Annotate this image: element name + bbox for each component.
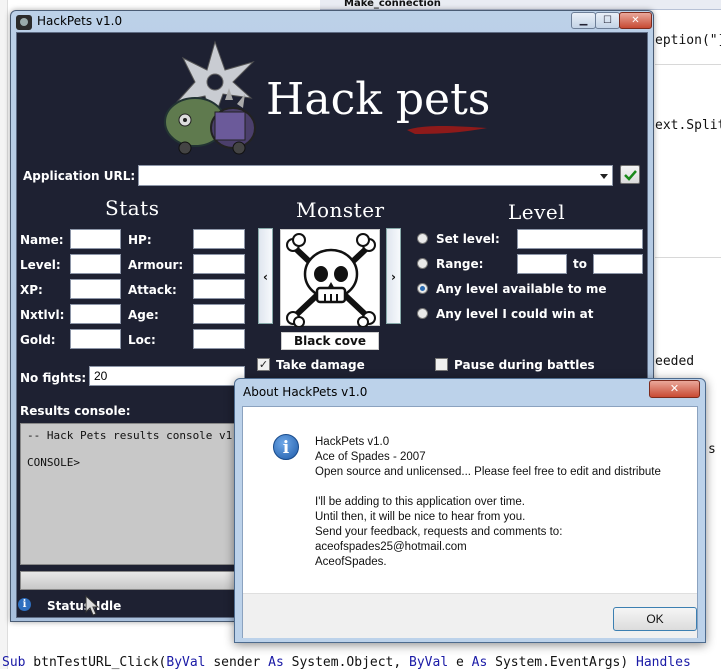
about-line: I'll be adding to this application over … xyxy=(315,496,525,508)
stat-field-loc[interactable] xyxy=(193,329,245,349)
monster-logo-image xyxy=(164,40,256,155)
close-button[interactable]: ✕ xyxy=(619,12,652,29)
radio-range[interactable] xyxy=(417,258,428,269)
stat-field-hp[interactable] xyxy=(193,229,245,249)
about-line: AceofSpades. xyxy=(315,556,387,568)
editor-divider xyxy=(655,257,721,258)
about-line: aceofspades25@hotmail.com xyxy=(315,541,467,553)
chevron-left-icon: ‹ xyxy=(263,270,268,284)
stat-field-armour[interactable] xyxy=(193,254,245,274)
about-message: HackPets v1.0 Ace of Spades - 2007 Open … xyxy=(315,435,661,570)
stat-label-loc: Loc: xyxy=(128,333,156,347)
any-available-label: Any level available to me xyxy=(436,282,607,296)
stat-field-level[interactable] xyxy=(70,254,121,274)
stat-label-xp: XP: xyxy=(20,283,43,297)
about-dialog-footer: OK xyxy=(243,593,697,638)
prev-monster-button[interactable]: ‹ xyxy=(258,228,273,324)
radio-any-available[interactable] xyxy=(417,283,428,294)
stat-field-name[interactable] xyxy=(70,229,121,249)
stat-label-age: Age: xyxy=(128,308,159,322)
about-line: Open source and unlicensed... Please fee… xyxy=(315,466,661,478)
stat-label-hp: HP: xyxy=(128,233,152,247)
set-level-field[interactable] xyxy=(517,229,643,249)
results-console-label: Results console: xyxy=(20,404,131,418)
set-level-label: Set level: xyxy=(436,232,500,246)
maximize-button[interactable]: ☐ xyxy=(595,12,620,29)
test-url-button[interactable] xyxy=(620,165,640,184)
about-close-button[interactable]: ✕ xyxy=(649,380,700,398)
code-line: eeded xyxy=(655,354,695,369)
pause-battles-checkbox[interactable] xyxy=(435,358,448,371)
code-line: eption("] xyxy=(655,33,721,48)
stat-field-gold[interactable] xyxy=(70,329,121,349)
code-line: s xyxy=(708,442,716,457)
radio-any-win[interactable] xyxy=(417,308,428,319)
info-icon: i xyxy=(273,434,299,460)
range-label: Range: xyxy=(436,257,484,271)
console-line: CONSOLE> xyxy=(27,456,80,469)
level-heading: Level xyxy=(508,200,566,224)
stat-label-level: Level: xyxy=(20,258,61,272)
stats-heading: Stats xyxy=(105,196,160,220)
chevron-down-icon[interactable] xyxy=(600,174,608,179)
radio-set-level[interactable] xyxy=(417,233,428,244)
title-bar[interactable]: HackPets v1.0 ▁ ☐ ✕ xyxy=(11,11,653,33)
stat-label-nxtlvl: Nxtlvl: xyxy=(20,308,65,322)
monster-image xyxy=(280,229,380,328)
checkmark-icon xyxy=(624,170,637,181)
stat-field-xp[interactable] xyxy=(70,279,121,299)
chevron-right-icon: › xyxy=(391,270,396,284)
about-line: Send your feedback, requests and comment… xyxy=(315,526,563,538)
app-icon xyxy=(16,15,32,30)
editor-tab[interactable]: Make_connection xyxy=(320,0,721,10)
monster-heading: Monster xyxy=(296,198,385,222)
results-console[interactable]: -- Hack Pets results console v1.0 © CONS… xyxy=(20,423,245,565)
take-damage-checkbox[interactable]: ✓ xyxy=(257,358,270,371)
range-to-label: to xyxy=(573,257,587,271)
mouse-cursor-icon xyxy=(85,594,100,616)
logo-title: Hack pets xyxy=(266,74,491,125)
about-dialog: About HackPets v1.0 ✕ i HackPets v1.0 Ac… xyxy=(234,378,706,643)
ok-button[interactable]: OK xyxy=(613,607,697,631)
take-damage-label: Take damage xyxy=(276,358,365,372)
about-line: Until then, it will be nice to hear from… xyxy=(315,511,526,523)
app-url-label: Application URL: xyxy=(23,169,136,183)
console-line: -- Hack Pets results console v1.0 © xyxy=(27,429,245,442)
editor-margin xyxy=(0,0,8,669)
about-line: Ace of Spades - 2007 xyxy=(315,451,426,463)
minimize-button[interactable]: ▁ xyxy=(571,12,596,29)
status-bar: i Status: Idle xyxy=(14,596,254,614)
info-icon: i xyxy=(18,598,31,611)
stat-label-attack: Attack: xyxy=(128,283,177,297)
no-fights-label: No fights: xyxy=(20,371,87,385)
about-dialog-body: i HackPets v1.0 Ace of Spades - 2007 Ope… xyxy=(242,406,698,638)
stat-label-name: Name: xyxy=(20,233,64,247)
stat-label-armour: Armour: xyxy=(128,258,184,272)
code-line-sub: Sub btnTestURL_Click(ByVal sender As Sys… xyxy=(2,655,691,670)
editor-divider xyxy=(655,64,721,65)
progress-bar xyxy=(20,571,245,590)
stat-field-attack[interactable] xyxy=(193,279,245,299)
stat-label-gold: Gold: xyxy=(20,333,56,347)
blood-splash xyxy=(407,126,487,134)
about-line: HackPets v1.0 xyxy=(315,436,390,448)
stat-field-nxtlvl[interactable] xyxy=(70,304,121,324)
range-from-field[interactable] xyxy=(517,254,567,274)
window-title: HackPets v1.0 xyxy=(37,14,123,28)
range-to-field[interactable] xyxy=(593,254,643,274)
stat-field-age[interactable] xyxy=(193,304,245,324)
editor-tab-label: Make_connection xyxy=(344,0,441,9)
any-win-label: Any level I could win at xyxy=(436,307,594,321)
code-line: ext.Split xyxy=(655,118,721,133)
about-line xyxy=(315,480,661,495)
no-fights-field[interactable]: 20 xyxy=(89,366,245,386)
next-monster-button[interactable]: › xyxy=(386,228,401,324)
monster-name: Black cove xyxy=(281,332,379,350)
app-url-combobox[interactable] xyxy=(138,165,613,186)
about-dialog-title: About HackPets v1.0 xyxy=(243,385,368,399)
skull-crossbones-icon xyxy=(286,233,376,328)
pause-battles-label: Pause during battles xyxy=(454,358,595,372)
